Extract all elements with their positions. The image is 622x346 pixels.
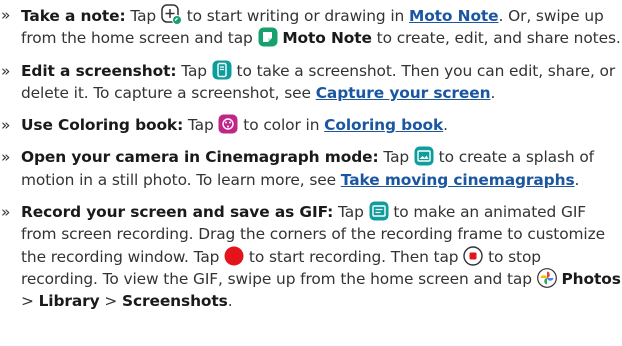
- item-text: Tap: [130, 7, 157, 25]
- list-item-cinemagraph: » Open your camera in Cinemagraph mode: …: [0, 146, 622, 191]
- item-lead: Open your camera in Cinemagraph mode:: [21, 148, 379, 167]
- capture-your-screen-link[interactable]: Capture your screen: [316, 84, 491, 102]
- bullet: »: [1, 6, 11, 24]
- list-item-record-gif: » Record your screen and save as GIF: Ta…: [0, 201, 622, 312]
- bullet: »: [1, 148, 11, 167]
- add-note-icon: [161, 4, 182, 25]
- record-stop-icon: [463, 245, 483, 266]
- library-label: Library: [38, 292, 100, 311]
- moto-note-app-icon: [258, 27, 278, 47]
- bullet: »: [1, 61, 11, 80]
- item-text: to color in: [243, 116, 320, 135]
- item-text: .: [443, 116, 448, 135]
- photos-app-icon: [536, 268, 557, 288]
- item-text: Tap: [383, 148, 410, 167]
- item-text: Tap: [187, 116, 214, 135]
- list-item-take-note: » Take a note: Tap to start writing or d…: [0, 4, 622, 50]
- record-start-icon: [224, 246, 244, 266]
- take-moving-cinemagraphs-link[interactable]: Take moving cinemagraphs: [341, 171, 575, 189]
- moto-note-label: Moto Note: [282, 29, 372, 48]
- gif-record-icon: [369, 201, 389, 221]
- separator: >: [104, 292, 118, 311]
- item-text: to start recording. Then tap: [248, 247, 459, 266]
- item-text: .: [490, 83, 496, 102]
- item-lead: Use Coloring book:: [21, 116, 184, 135]
- bullet: »: [1, 116, 11, 135]
- item-text: .: [574, 170, 580, 189]
- item-text: to create, edit, and share notes.: [376, 29, 621, 48]
- list-item-coloring-book: » Use Coloring book: Tap to color in Col…: [0, 114, 622, 136]
- separator: >: [21, 292, 34, 311]
- bullet: »: [1, 203, 11, 222]
- item-lead: Record your screen and save as GIF:: [21, 203, 334, 222]
- item-lead: Take a note:: [21, 7, 126, 25]
- cinemagraph-icon: [414, 146, 434, 166]
- coloring-book-icon: [218, 114, 238, 134]
- item-lead: Edit a screenshot:: [21, 61, 177, 80]
- photos-label: Photos: [561, 269, 621, 288]
- item-text: .: [227, 292, 233, 311]
- screenshot-icon: [212, 60, 232, 80]
- list-item-edit-screenshot: » Edit a screenshot: Tap to take a scree…: [0, 60, 622, 105]
- item-text: Tap: [338, 203, 364, 222]
- item-text: Tap: [181, 61, 207, 80]
- moto-note-link[interactable]: Moto Note: [409, 7, 499, 25]
- instruction-list: » Take a note: Tap to start writing or d…: [0, 0, 622, 313]
- screenshots-label: Screenshots: [121, 292, 228, 311]
- coloring-book-link[interactable]: Coloring book: [324, 116, 443, 134]
- item-text: to start writing or drawing in: [186, 7, 405, 25]
